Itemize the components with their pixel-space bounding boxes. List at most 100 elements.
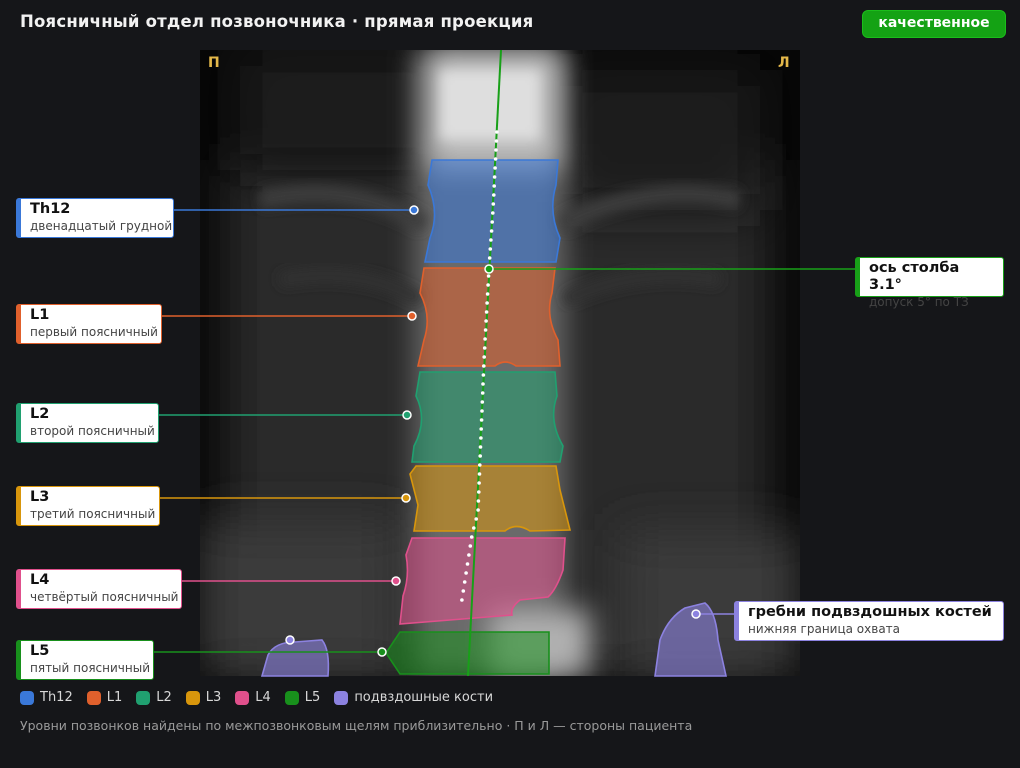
axis-trace-dot <box>487 256 492 260</box>
axis-trace-dot <box>476 499 481 503</box>
axis-trace-dot <box>493 157 498 161</box>
axis-trace-dot <box>479 427 484 431</box>
callout-subtitle: допуск 5° по ТЗ <box>869 295 969 309</box>
callout-iliac-crests[interactable]: гребни подвздошных костей нижняя граница… <box>734 601 1004 641</box>
legend-swatch <box>284 690 299 705</box>
axis-trace-dot <box>482 346 487 350</box>
legend-label: L2 <box>156 690 172 705</box>
axis-trace-dot <box>477 472 482 476</box>
axis-trace-dot <box>483 328 488 332</box>
legend: Th12 L1 L2 L3 L4 L5 подвздошные кости <box>20 690 507 705</box>
leader-l4-anchor <box>391 576 401 586</box>
leader-th12-anchor <box>409 205 419 215</box>
legend-item: L1 <box>86 690 123 705</box>
leader-l5-anchor <box>377 647 387 657</box>
axis-trace-dot <box>469 535 474 539</box>
callout-spine-axis[interactable]: ось столба 3.1° допуск 5° по ТЗ <box>855 257 1004 309</box>
axis-trace-dot <box>480 400 485 404</box>
axis-trace-dot <box>478 463 482 467</box>
axis-trace-dot <box>486 274 491 278</box>
axis-trace-dot <box>484 319 488 323</box>
axis-trace-dot <box>479 418 484 422</box>
axis-trace-dot <box>477 481 481 485</box>
axis-trace-dot <box>464 571 468 575</box>
axis-trace-dot <box>489 229 494 233</box>
axis-trace-dot <box>491 202 496 206</box>
legend-item: подвздошные кости <box>334 690 493 705</box>
legend-item: L3 <box>185 690 222 705</box>
callout-title: ось столба 3.1° <box>869 260 960 293</box>
axis-trace-dot <box>467 553 471 557</box>
vertebra-l4-outline <box>399 537 566 625</box>
callout-l3[interactable]: L3 третий поясничный <box>16 486 160 526</box>
legend-swatch <box>235 690 250 705</box>
callout-subtitle: третий поясничный <box>30 507 156 521</box>
legend-swatch <box>136 690 151 705</box>
legend-swatch <box>185 690 200 705</box>
callout-title: L4 <box>30 572 50 588</box>
axis-trace-dot <box>490 220 495 224</box>
axis-trace-dot <box>488 247 493 251</box>
axis-trace-dot <box>482 355 487 359</box>
callout-title: L2 <box>30 406 50 422</box>
iliac-crest-right-outline <box>260 639 330 677</box>
axis-trace-dot <box>481 373 486 377</box>
legend-label: L3 <box>205 690 222 705</box>
callout-subtitle: второй поясничный <box>30 424 155 438</box>
patient-right-marker: П <box>208 55 220 71</box>
callout-l1[interactable]: L1 первый поясничный <box>16 304 162 344</box>
legend-label: подвздошные кости <box>354 690 494 705</box>
axis-trace-dot <box>492 175 497 179</box>
callout-title: гребни подвздошных костей <box>748 604 992 620</box>
legend-label: Th12 <box>40 690 73 705</box>
axis-trace-dot <box>476 508 480 512</box>
leader-l2-anchor <box>402 410 412 420</box>
legend-swatch <box>20 690 34 705</box>
axis-trace-dot <box>493 166 497 170</box>
axis-trace-dot <box>480 391 485 395</box>
leader-axis-anchor <box>484 264 494 274</box>
axis-trace-dot <box>491 211 495 215</box>
axis-trace-dot <box>489 238 493 242</box>
legend-swatch <box>86 690 101 705</box>
axis-trace-dot <box>478 445 483 449</box>
iliac-right-anchor <box>285 635 295 645</box>
axis-trace-dot <box>492 184 497 188</box>
axis-trace-dot <box>486 283 490 287</box>
callout-l5[interactable]: L5 пятый поясничный <box>16 640 154 680</box>
axis-trace-dot <box>477 490 481 494</box>
axis-trace-dot <box>494 148 498 152</box>
axis-trace-dot <box>478 454 483 458</box>
callout-title: Th12 <box>30 201 71 217</box>
callout-subtitle: пятый поясничный <box>30 661 150 675</box>
callout-subtitle: первый поясничный <box>30 325 158 339</box>
axis-trace-dot <box>479 436 483 440</box>
callout-l4[interactable]: L4 четвёртый поясничный <box>16 569 182 609</box>
axis-trace-dot <box>474 517 479 521</box>
axis-trace-dot <box>468 544 473 548</box>
axis-trace-dot <box>485 292 490 296</box>
vertebra-l2-outline <box>411 371 564 463</box>
legend-item: Th12 <box>20 690 73 705</box>
callout-th12[interactable]: Th12 двенадцатый грудной <box>16 198 174 238</box>
axis-trace-dot <box>480 409 484 413</box>
callout-subtitle: нижняя граница охвата <box>748 622 901 636</box>
axis-trace-dot <box>492 193 496 197</box>
leader-l1-anchor <box>407 311 417 321</box>
patient-left-marker: Л <box>778 55 790 71</box>
legend-label: L5 <box>304 690 321 705</box>
legend-item: L5 <box>284 690 321 705</box>
axis-trace-dot <box>482 364 486 368</box>
callout-subtitle: двенадцатый грудной <box>30 219 173 233</box>
axis-trace-dot <box>472 526 476 530</box>
axis-trace-dot <box>494 139 499 143</box>
footnote: Уровни позвонков найдены по межпозвонков… <box>20 718 693 733</box>
axis-trace-dot <box>465 562 470 566</box>
axis-trace-dot <box>462 580 467 584</box>
callout-title: L1 <box>30 307 50 323</box>
leader-l3-anchor <box>401 493 411 503</box>
legend-label: L1 <box>106 690 123 705</box>
axis-trace-dot <box>495 130 499 134</box>
callout-l2[interactable]: L2 второй поясничный <box>16 403 159 443</box>
axis-trace-dot <box>483 337 487 341</box>
